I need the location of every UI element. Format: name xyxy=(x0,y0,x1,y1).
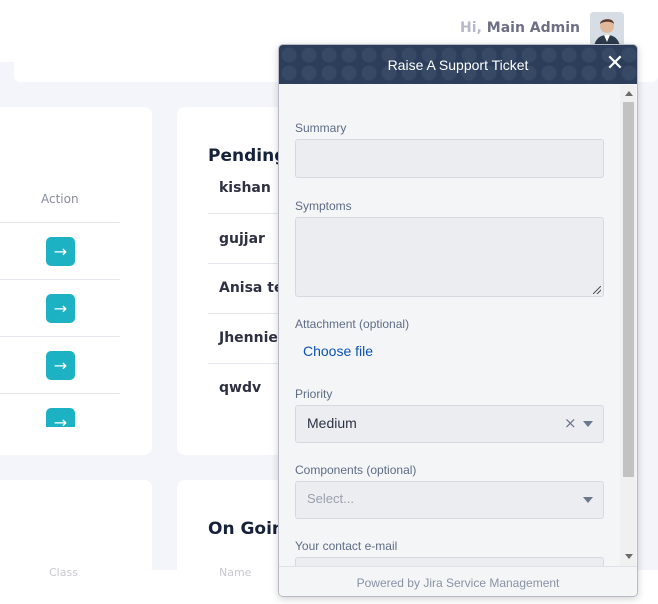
ticket-form: Summary Symptoms Attachment (optional) C… xyxy=(279,84,619,566)
user-greeting: Hi, Main Admin xyxy=(460,20,580,36)
close-icon[interactable]: ✕ xyxy=(604,53,626,75)
choose-file-button[interactable]: Choose file xyxy=(303,343,373,359)
widget-header: Raise A Support Ticket ✕ xyxy=(279,45,637,84)
name-column-header: Name xyxy=(219,566,252,579)
symptoms-textarea[interactable] xyxy=(295,217,604,297)
class-column-header: Class xyxy=(49,566,78,579)
row-divider xyxy=(0,222,120,223)
form-scrollbar[interactable] xyxy=(620,85,636,566)
priority-select[interactable]: Medium × xyxy=(295,405,604,443)
clear-icon[interactable]: × xyxy=(564,414,577,432)
row-divider xyxy=(208,313,288,314)
ongoing-title: On Goin xyxy=(208,519,285,539)
priority-label: Priority xyxy=(295,387,333,401)
avatar[interactable] xyxy=(590,12,624,46)
row-divider xyxy=(208,213,288,214)
action-column-header: Action xyxy=(41,192,79,206)
row-action-button[interactable]: → xyxy=(46,294,75,323)
scroll-thumb[interactable] xyxy=(623,102,634,477)
components-select[interactable]: Select... xyxy=(295,481,604,519)
pending-item: kishan xyxy=(219,180,271,196)
summary-input[interactable] xyxy=(295,139,604,178)
pending-item: Jhenniel xyxy=(219,330,283,346)
chevron-down-icon[interactable] xyxy=(583,421,593,427)
user-name: Main Admin xyxy=(486,20,580,36)
row-divider xyxy=(0,393,120,394)
pending-item: qwdv xyxy=(219,380,262,396)
components-label: Components (optional) xyxy=(295,463,417,477)
summary-label: Summary xyxy=(295,121,347,135)
components-placeholder: Select... xyxy=(307,491,354,506)
left-table-card xyxy=(0,107,152,455)
row-action-button[interactable]: → xyxy=(46,408,75,427)
resize-grip-icon[interactable] xyxy=(593,286,601,294)
pending-item: gujjar xyxy=(219,231,265,247)
powered-by-text: Powered by Jira Service Management xyxy=(356,576,560,590)
attachment-label: Attachment (optional) xyxy=(295,317,410,331)
widget-footer: Powered by Jira Service Management xyxy=(279,566,637,596)
email-label: Your contact e-mail xyxy=(295,539,398,553)
pending-title: Pending xyxy=(208,146,287,166)
row-action-button[interactable]: → xyxy=(46,237,75,266)
email-input[interactable] xyxy=(295,557,604,566)
row-action-button[interactable]: → xyxy=(46,351,75,380)
row-action-clip: → xyxy=(46,408,75,427)
greeting-prefix: Hi, xyxy=(460,20,482,36)
row-divider xyxy=(208,363,288,364)
user-avatar-icon xyxy=(590,12,624,46)
support-ticket-widget: Raise A Support Ticket ✕ Summary Symptom… xyxy=(278,44,638,597)
priority-value: Medium xyxy=(307,415,357,431)
symptoms-label: Symptoms xyxy=(295,199,352,213)
row-divider xyxy=(208,263,288,264)
chevron-down-icon[interactable] xyxy=(583,497,593,503)
row-divider xyxy=(0,279,120,280)
widget-title: Raise A Support Ticket xyxy=(387,57,529,73)
scroll-down-icon[interactable] xyxy=(625,554,633,559)
row-divider xyxy=(0,336,120,337)
scroll-up-icon[interactable] xyxy=(625,91,633,96)
